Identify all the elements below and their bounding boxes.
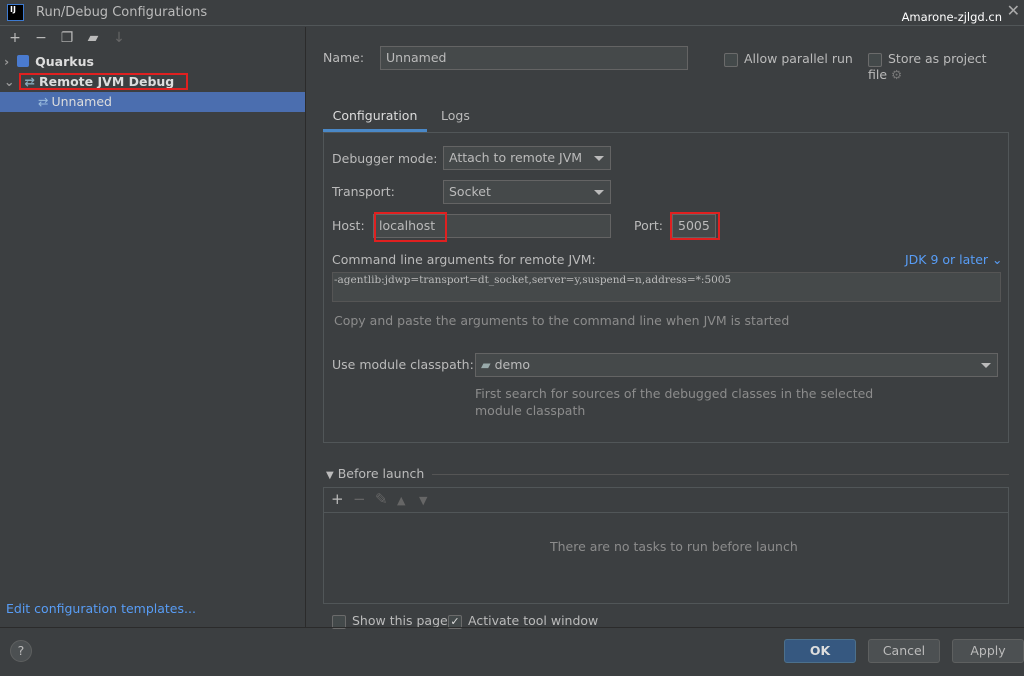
- debugger-mode-label: Debugger mode:: [332, 151, 438, 166]
- hint-line: First search for sources of the debugged…: [475, 386, 874, 401]
- module-folder-icon: ▰: [481, 357, 491, 372]
- watermark: Amarone-zjlgd.cn: [901, 10, 1002, 24]
- jdk-label: JDK 9 or later: [905, 252, 989, 267]
- transport-dropdown[interactable]: Socket: [443, 180, 611, 204]
- remote-debug-icon: ⇄: [38, 94, 49, 109]
- move-down-icon[interactable]: ▼: [419, 494, 441, 507]
- checkbox-label: Activate tool window: [468, 613, 599, 628]
- highlight-box: [19, 73, 188, 90]
- module-dropdown[interactable]: ▰ demo: [475, 353, 998, 377]
- highlight-box: [374, 212, 447, 242]
- tree-item-quarkus[interactable]: › Quarkus: [0, 52, 305, 72]
- empty-tasks-text: There are no tasks to run before launch: [550, 539, 798, 554]
- minus-icon[interactable]: −: [28, 30, 54, 46]
- before-launch-toolbar: + − ✎ ▲ ▼: [331, 490, 441, 508]
- config-sidebar: [0, 27, 306, 627]
- section-label: Before launch: [337, 466, 425, 481]
- name-input[interactable]: Unnamed: [380, 46, 688, 70]
- allow-parallel-checkbox[interactable]: Allow parallel run: [724, 51, 853, 67]
- name-label: Name:: [323, 50, 365, 65]
- jdk-version-dropdown[interactable]: JDK 9 or later ⌄: [905, 252, 1003, 267]
- tab-configuration[interactable]: Configuration: [323, 104, 427, 132]
- copy-icon[interactable]: ❐: [54, 30, 80, 46]
- tree-item-remote-jvm-debug[interactable]: ⌄ ⇄ Remote JVM Debug: [0, 72, 305, 92]
- divider: [432, 474, 1009, 475]
- sort-icon[interactable]: ↓: [106, 30, 132, 46]
- port-label: Port:: [634, 218, 663, 233]
- plus-icon[interactable]: +: [2, 30, 28, 46]
- folder-add-icon[interactable]: ▰: [80, 30, 106, 46]
- host-label: Host:: [332, 218, 365, 233]
- checkbox-label: Show this page: [352, 613, 448, 628]
- sidebar-toolbar: + − ❐ ▰ ↓: [2, 30, 132, 46]
- apply-button[interactable]: Apply: [952, 639, 1024, 663]
- chevron-down-icon: ⌄: [4, 74, 15, 89]
- gear-icon[interactable]: ⚙: [891, 67, 902, 82]
- tree-label: Unnamed: [51, 94, 112, 109]
- cmdline-textarea[interactable]: -agentlib:jdwp=transport=dt_socket,serve…: [332, 272, 1001, 302]
- triangle-down-icon: ▼: [326, 470, 334, 481]
- window-title: Run/Debug Configurations: [36, 5, 208, 20]
- module-value: demo: [494, 357, 531, 372]
- tree-item-unnamed[interactable]: ⇄ Unnamed: [0, 92, 305, 112]
- cancel-button[interactable]: Cancel: [868, 639, 940, 663]
- edit-icon[interactable]: ✎: [375, 490, 397, 508]
- checkbox-label: Allow parallel run: [744, 51, 853, 66]
- before-launch-toggle[interactable]: ▼ Before launch: [326, 466, 424, 481]
- chevron-right-icon: ›: [4, 54, 10, 69]
- debugger-mode-dropdown[interactable]: Attach to remote JVM: [443, 146, 611, 170]
- tab-logs[interactable]: Logs: [441, 104, 470, 128]
- intellij-logo: IJ: [7, 4, 24, 21]
- edit-templates-link[interactable]: Edit configuration templates...: [6, 601, 196, 616]
- store-project-checkbox[interactable]: Store as project file ⚙: [868, 51, 1024, 82]
- cmdline-hint: Copy and paste the arguments to the comm…: [334, 313, 790, 328]
- minus-icon[interactable]: −: [353, 490, 375, 508]
- tree-label: Quarkus: [35, 54, 94, 69]
- module-label: Use module classpath:: [332, 357, 474, 372]
- checkbox-label: Store as project file: [868, 51, 987, 82]
- hint-line: module classpath: [475, 403, 586, 418]
- transport-label: Transport:: [332, 184, 395, 199]
- highlight-box: [670, 212, 720, 240]
- move-up-icon[interactable]: ▲: [397, 494, 419, 507]
- ok-button[interactable]: OK: [784, 639, 856, 663]
- plus-icon[interactable]: +: [331, 490, 353, 508]
- divider: [324, 512, 1008, 513]
- close-icon[interactable]: ✕: [1007, 1, 1020, 20]
- quarkus-icon: [17, 55, 30, 67]
- help-button[interactable]: ?: [10, 640, 32, 662]
- module-hint: First search for sources of the debugged…: [475, 385, 873, 419]
- cmdline-label: Command line arguments for remote JVM:: [332, 252, 596, 267]
